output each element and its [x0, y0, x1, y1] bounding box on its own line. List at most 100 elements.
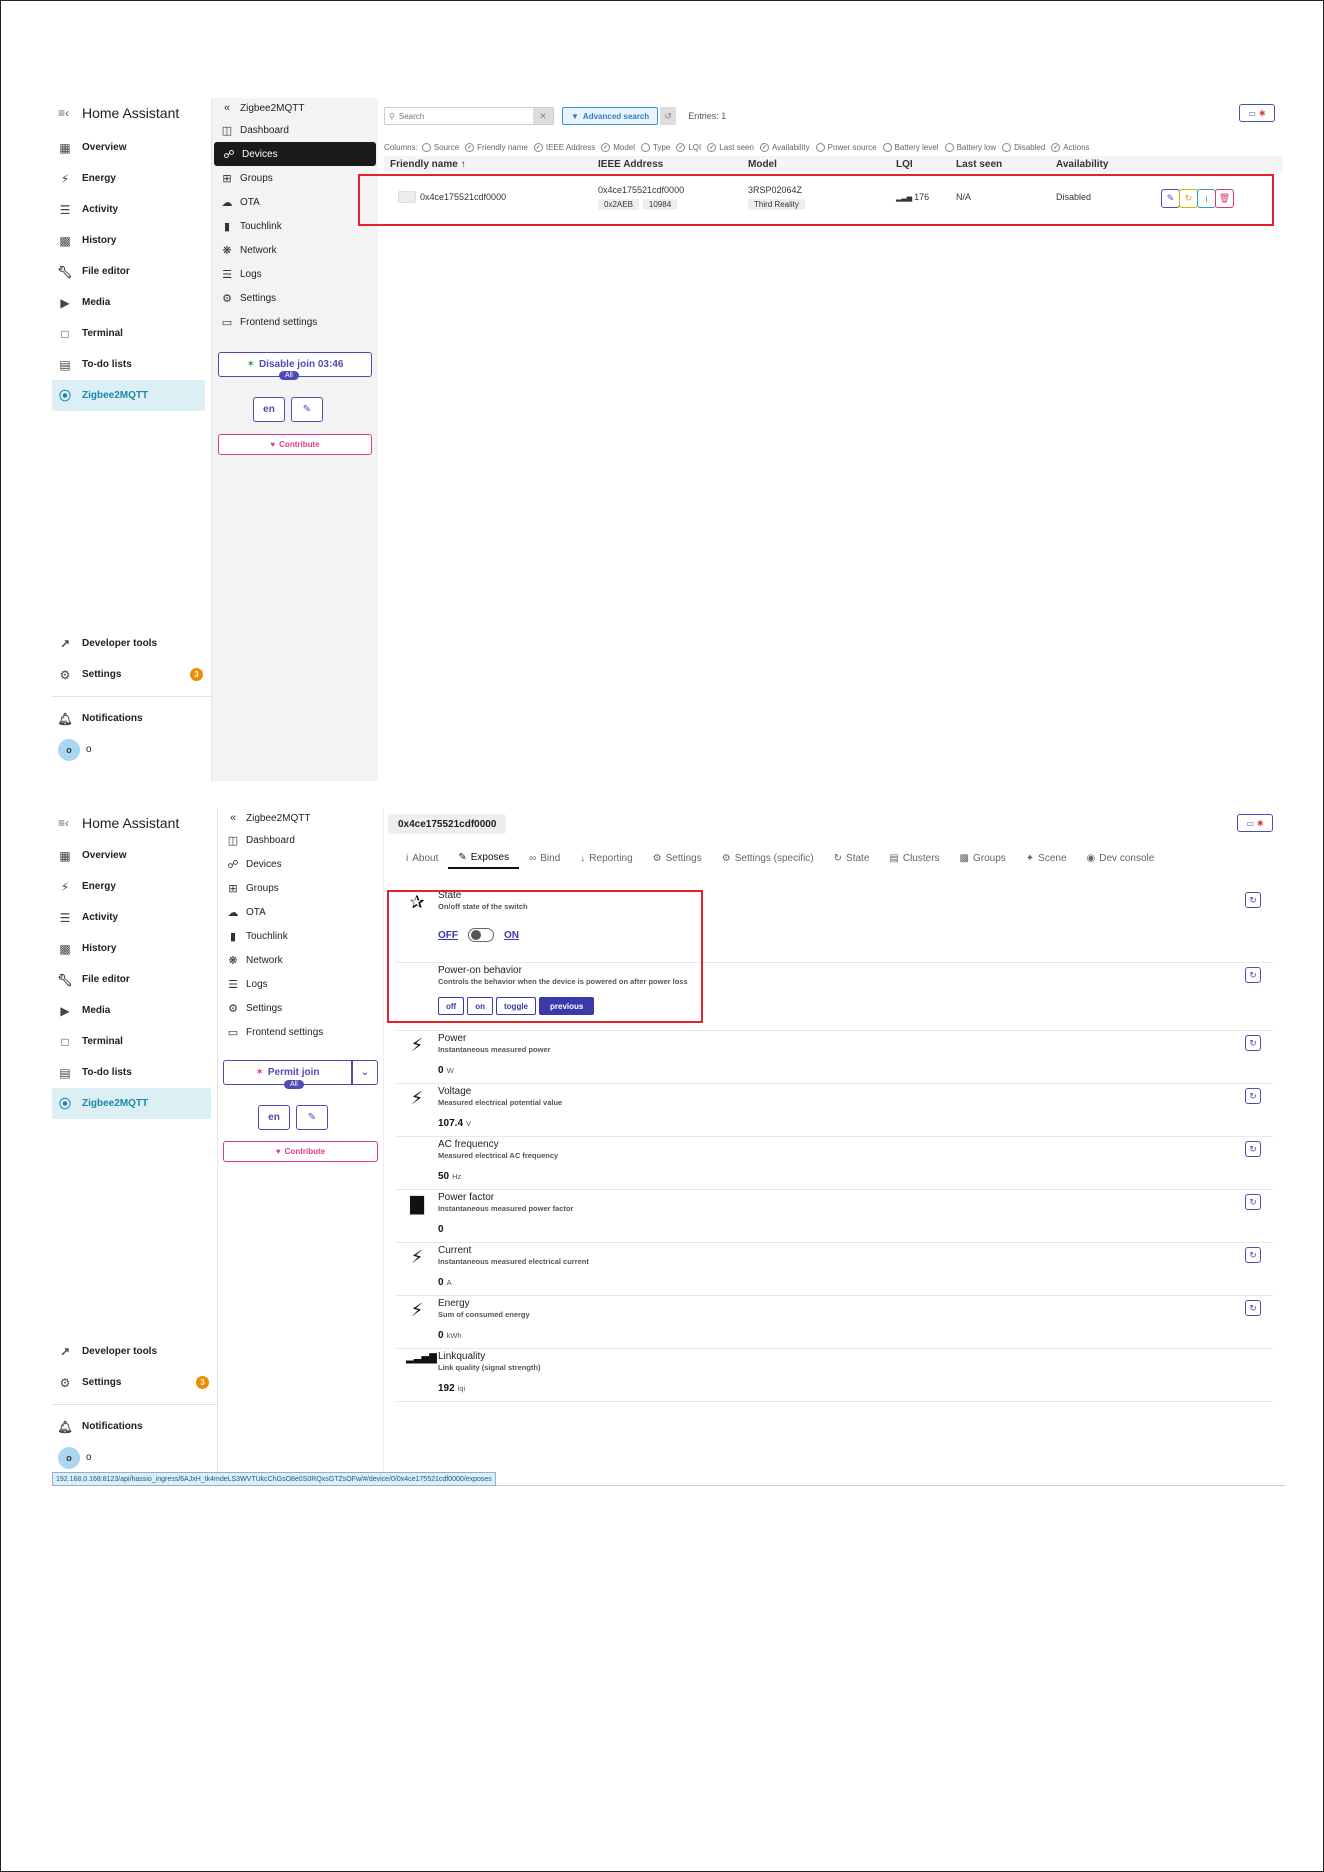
corner-action-button[interactable]: ▭ ✱ — [1239, 104, 1275, 122]
reset-filters-button[interactable]: ↺ — [660, 107, 677, 125]
sidebar-item-terminal[interactable]: □ Terminal — [52, 318, 211, 349]
sidebar-item-notifications[interactable]: 🔔︎ Notifications — [52, 703, 211, 734]
sidebar-item-user[interactable]: oo — [52, 1442, 217, 1473]
advanced-search-button[interactable]: ▼ Advanced search — [562, 107, 659, 125]
sidebar-item-overview[interactable]: ▦ Overview — [52, 840, 217, 871]
refresh-button[interactable]: ↻ — [1245, 1088, 1261, 1104]
z2m-nav-logs[interactable]: ☰ Logs — [212, 262, 378, 286]
power-on-toggle-button[interactable]: toggle — [496, 997, 536, 1015]
sidebar-item-history[interactable]: ▩ History — [52, 933, 217, 964]
tab-dev-console[interactable]: ◉ Dev console — [1077, 852, 1165, 869]
z2m-nav-groups[interactable]: ⊞ Groups — [212, 166, 378, 190]
clear-search-button[interactable]: ✕ — [533, 108, 553, 124]
sidebar-item-media[interactable]: ▶ Media — [52, 995, 217, 1026]
table-row[interactable]: 0x4ce175521cdf0000 0x4ce175521cdf0000 0x… — [384, 174, 1283, 224]
z2m-nav-touchlink[interactable]: ▮ Touchlink — [212, 214, 378, 238]
column-toggle[interactable]: ✓ Friendly name — [465, 142, 528, 152]
state-off-button[interactable]: OFF — [438, 930, 458, 941]
interview-button[interactable]: i — [1197, 189, 1216, 208]
sidebar-item-todo[interactable]: ▤ To-do lists — [52, 1057, 217, 1088]
column-toggle[interactable]: ✓ IEEE Address — [533, 142, 595, 152]
sidebar-item-developer-tools[interactable]: ↗ Developer tools — [52, 628, 211, 659]
cell-ieee[interactable]: 0x4ce175521cdf0000 — [598, 185, 684, 195]
tab-reporting[interactable]: ↓ Reporting — [570, 852, 642, 869]
header-ieee[interactable]: IEEE Address — [598, 159, 663, 170]
refresh-button[interactable]: ↻ — [1245, 1141, 1261, 1157]
contribute-button[interactable]: ♥ Contribute — [218, 434, 372, 455]
corner-action-button[interactable]: ▭ ✱ — [1237, 814, 1273, 832]
sidebar-item-overview[interactable]: ▦ Overview — [52, 132, 211, 163]
theme-button[interactable]: ✎ — [296, 1105, 328, 1130]
z2m-nav-settings[interactable]: ⚙︎ Settings — [218, 996, 383, 1020]
rename-button[interactable]: ✎ — [1161, 189, 1180, 208]
z2m-nav-ota[interactable]: ☁ OTA — [212, 190, 378, 214]
z2m-nav-network[interactable]: ❋ Network — [218, 948, 383, 972]
column-toggle[interactable]: Battery low — [944, 142, 996, 152]
refresh-button[interactable]: ↻ — [1245, 1247, 1261, 1263]
theme-button[interactable]: ✎ — [291, 397, 323, 422]
cell-friendly-name[interactable]: 0x4ce175521cdf0000 — [420, 192, 506, 202]
z2m-nav-logs[interactable]: ☰ Logs — [218, 972, 383, 996]
contribute-button[interactable]: ♥ Contribute — [223, 1141, 378, 1162]
column-toggle[interactable]: Source — [421, 142, 459, 152]
refresh-state-button[interactable]: ↻ — [1245, 892, 1261, 908]
column-toggle[interactable]: Type — [641, 142, 670, 152]
sidebar-item-terminal[interactable]: □ Terminal — [52, 1026, 217, 1057]
sidebar-item-zigbee2mqtt[interactable]: ⦿ Zigbee2MQTT — [52, 1088, 211, 1119]
tab-bind[interactable]: ∞ Bind — [519, 852, 570, 869]
state-on-button[interactable]: ON — [504, 930, 519, 941]
sidebar-item-notifications[interactable]: 🔔︎ Notifications — [52, 1411, 217, 1442]
sidebar-item-user[interactable]: oo — [52, 734, 211, 765]
header-last-seen[interactable]: Last seen — [956, 159, 1002, 170]
z2m-nav-dashboard[interactable]: ◫ Dashboard — [212, 118, 378, 142]
tab-scene[interactable]: ✦ Scene — [1016, 852, 1077, 869]
sidebar-item-developer-tools[interactable]: ↗ Developer tools — [52, 1336, 217, 1367]
search-field[interactable]: ⚲ ✕ — [384, 107, 554, 125]
z2m-nav-settings[interactable]: ⚙︎ Settings — [212, 286, 378, 310]
tab-groups[interactable]: ▩ Groups — [950, 852, 1016, 869]
header-lqi[interactable]: LQI — [896, 159, 913, 170]
z2m-nav-dashboard[interactable]: ◫ Dashboard — [218, 828, 383, 852]
sidebar-item-activity[interactable]: ☰ Activity — [52, 902, 217, 933]
z2m-nav-devices[interactable]: ☍ Devices — [218, 852, 383, 876]
z2m-nav-frontend-settings[interactable]: ▭ Frontend settings — [212, 310, 378, 334]
search-input[interactable] — [398, 111, 519, 121]
refresh-button[interactable]: ↻ — [1245, 1300, 1261, 1316]
sidebar-item-media[interactable]: ▶ Media — [52, 287, 211, 318]
state-switch[interactable] — [468, 928, 494, 942]
sidebar-item-file-editor[interactable]: 🔧︎ File editor — [52, 964, 217, 995]
z2m-nav-touchlink[interactable]: ▮ Touchlink — [218, 924, 383, 948]
power-on-off-button[interactable]: off — [438, 997, 465, 1015]
column-toggle[interactable]: ✓ Availability — [759, 142, 810, 152]
column-toggle[interactable]: ✓ LQI — [676, 142, 701, 152]
tab-settings[interactable]: ⚙︎ Settings — [643, 852, 712, 869]
sidebar-item-activity[interactable]: ☰ Activity — [52, 194, 211, 225]
column-toggle[interactable]: ✓ Model — [601, 142, 635, 152]
column-toggle[interactable]: ✓ Actions — [1051, 142, 1090, 152]
tab-settings-specific[interactable]: ⚙︎ Settings (specific) — [712, 852, 824, 869]
power-on-on-button[interactable]: on — [467, 997, 493, 1015]
reconfigure-button[interactable]: ↻ — [1179, 189, 1198, 208]
sidebar-item-todo[interactable]: ▤ To-do lists — [52, 349, 211, 380]
sidebar-item-settings[interactable]: ⚙︎ Settings 3 — [52, 1367, 217, 1398]
sidebar-item-energy[interactable]: ⚡︎ Energy — [52, 163, 211, 194]
sidebar-item-settings[interactable]: ⚙︎ Settings 3 — [52, 659, 211, 690]
column-toggle[interactable]: Battery level — [882, 142, 939, 152]
z2m-nav-frontend-settings[interactable]: ▭ Frontend settings — [218, 1020, 383, 1044]
sidebar-item-zigbee2mqtt[interactable]: ⦿ Zigbee2MQTT — [52, 380, 205, 411]
sidebar-item-file-editor[interactable]: 🔧︎ File editor — [52, 256, 211, 287]
remove-button[interactable]: 🗑︎ — [1215, 189, 1234, 208]
menu-collapse-icon[interactable]: ≡‹ — [58, 816, 78, 830]
permit-join-dropdown[interactable]: ⌄ — [352, 1060, 378, 1085]
menu-collapse-icon[interactable]: ≡‹ — [58, 106, 78, 120]
column-toggle[interactable]: Disabled — [1002, 142, 1045, 152]
header-model[interactable]: Model — [748, 159, 777, 170]
tab-clusters[interactable]: ▤ Clusters — [879, 852, 949, 869]
refresh-button[interactable]: ↻ — [1245, 1035, 1261, 1051]
z2m-back-link[interactable]: «Zigbee2MQTT — [218, 808, 383, 828]
z2m-nav-network[interactable]: ❋ Network — [212, 238, 378, 262]
header-friendly-name[interactable]: Friendly name ↑ — [390, 159, 466, 170]
refresh-power-on-button[interactable]: ↻ — [1245, 967, 1261, 983]
refresh-button[interactable]: ↻ — [1245, 1194, 1261, 1210]
column-toggle[interactable]: Power source — [815, 142, 877, 152]
